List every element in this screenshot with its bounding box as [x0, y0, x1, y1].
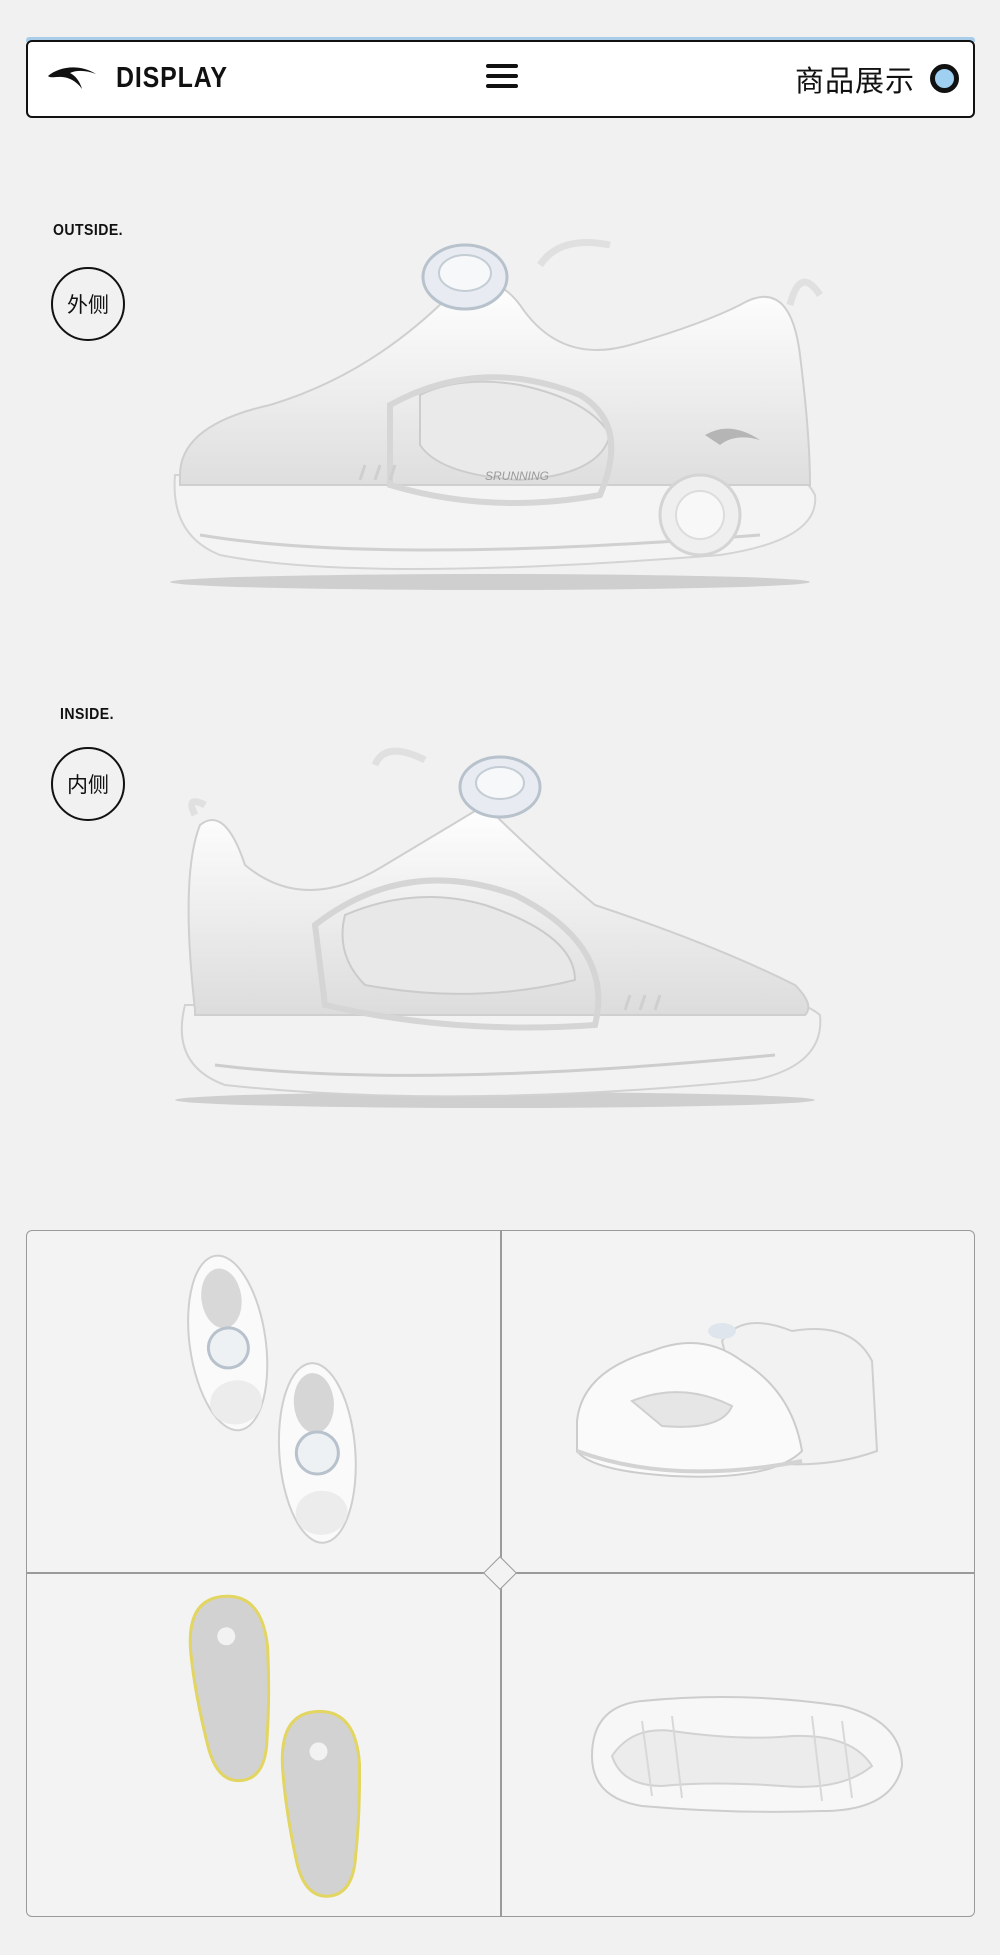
header-bar: DISPLAY 商品展示	[26, 40, 975, 118]
gallery-grid	[26, 1230, 975, 1917]
grid-center-diamond	[483, 1556, 517, 1590]
inside-label: INSIDE.	[60, 706, 114, 723]
hamburger-menu-icon[interactable]	[486, 62, 518, 90]
circle-indicator-icon	[930, 64, 959, 93]
inside-label-cn: 内侧	[51, 747, 125, 821]
outsole-image[interactable]	[582, 1686, 912, 1826]
outside-label-cn: 外侧	[51, 267, 125, 341]
shoe-back-view-image[interactable]	[572, 1301, 902, 1501]
outside-label: OUTSIDE.	[53, 222, 124, 239]
page-title-cn: 商品展示	[794, 66, 915, 98]
shoe-brand-text: SRUNNING	[485, 469, 549, 483]
anta-logo-icon	[48, 67, 96, 89]
shoe-outside-image: SRUNNING	[170, 239, 823, 590]
brand-label: DISPLAY	[116, 62, 228, 94]
shoe-top-view-image[interactable]	[167, 1243, 377, 1563]
insoles-image[interactable]	[177, 1581, 387, 1911]
shoe-inside-image	[175, 747, 822, 1108]
